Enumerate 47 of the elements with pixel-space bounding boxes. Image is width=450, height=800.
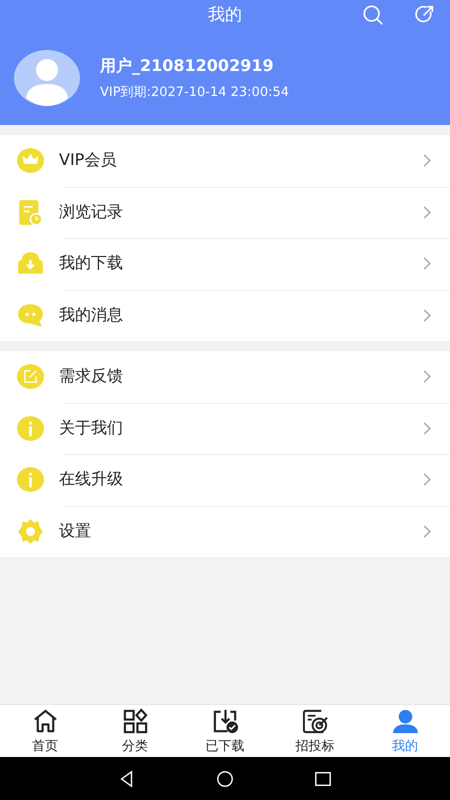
page-title: 我的 <box>208 4 242 27</box>
menu-label: 需求反馈 <box>59 366 124 388</box>
home-icon <box>32 708 58 734</box>
username: 用户_210812002919 <box>100 56 275 76</box>
menu-label: 我的消息 <box>59 304 124 326</box>
menu-label: 设置 <box>59 520 92 542</box>
info-icon <box>16 466 45 494</box>
menu-item[interactable]: 需求反馈 <box>0 351 450 402</box>
menu-item[interactable]: VIP会员 <box>0 135 450 186</box>
grid-icon <box>122 708 148 734</box>
menu-item[interactable]: 我的下载 <box>0 238 450 290</box>
info-icon <box>16 414 45 442</box>
chevron-icon <box>422 472 432 488</box>
home-icon[interactable] <box>216 770 234 788</box>
menu-item[interactable]: 设置 <box>0 506 450 557</box>
vip-expiry: VIP到期:2027-10-14 23:00:54 <box>100 84 290 100</box>
tab[interactable]: 我的 <box>360 705 450 757</box>
chevron-icon <box>422 204 432 220</box>
tab[interactable]: 招投标 <box>270 705 360 757</box>
recents-icon[interactable] <box>314 770 332 788</box>
target-icon <box>302 708 328 734</box>
download-check-icon <box>212 708 238 734</box>
menu-label: 我的下载 <box>59 253 124 274</box>
menu-item[interactable]: 关于我们 <box>0 402 450 454</box>
menu-item[interactable]: 我的消息 <box>0 290 450 341</box>
chevron-icon <box>422 369 432 384</box>
chat-bubble-icon <box>16 302 45 329</box>
tab[interactable]: 分类 <box>90 705 180 757</box>
chevron-icon <box>422 308 432 323</box>
person-icon <box>392 708 418 734</box>
menu-label: 浏览记录 <box>59 202 124 223</box>
menu-label: VIP会员 <box>59 150 118 172</box>
chevron-icon <box>422 420 432 436</box>
tab[interactable]: 首页 <box>0 705 90 757</box>
menu-label: 在线升级 <box>59 469 124 490</box>
menu-item[interactable]: 浏览记录 <box>0 186 450 238</box>
menu-label: 关于我们 <box>59 418 124 439</box>
chevron-icon <box>422 256 432 272</box>
avatar[interactable] <box>14 50 80 106</box>
chevron-icon <box>422 153 432 168</box>
search-icon[interactable] <box>362 4 384 26</box>
menu-item[interactable]: 在线升级 <box>0 454 450 506</box>
settings-icon <box>16 518 45 545</box>
edit-icon <box>16 363 45 390</box>
tab[interactable]: 已下载 <box>180 705 270 757</box>
crown-icon <box>16 147 45 174</box>
chevron-icon <box>422 524 432 539</box>
